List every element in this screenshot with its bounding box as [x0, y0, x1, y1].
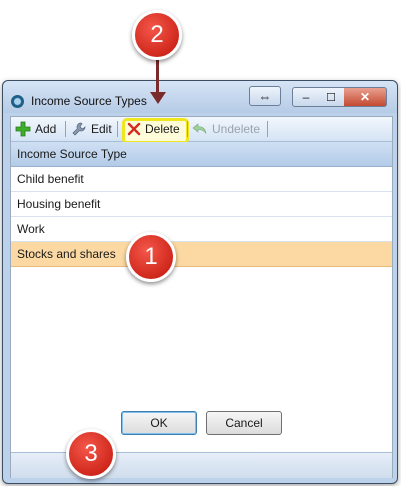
- delete-label: Delete: [145, 122, 180, 136]
- income-source-list[interactable]: Income Source Type Child benefit Housing…: [11, 142, 392, 452]
- undelete-label: Undelete: [212, 122, 261, 136]
- callout-3-number: 3: [84, 440, 98, 467]
- minimize-icon: –: [302, 90, 310, 104]
- callout-arrow-head: [150, 92, 166, 104]
- ok-button[interactable]: OK: [121, 411, 197, 435]
- toolbar-separator: [65, 121, 66, 137]
- close-button[interactable]: ✕: [344, 87, 387, 107]
- delete-button[interactable]: Delete: [127, 117, 180, 141]
- toolbar-separator: [187, 121, 188, 137]
- close-icon: ✕: [359, 90, 371, 104]
- list-row-selected[interactable]: Stocks and shares: [11, 242, 392, 267]
- undelete-button[interactable]: Undelete: [192, 117, 260, 141]
- list-row[interactable]: Housing benefit: [11, 192, 392, 217]
- add-button[interactable]: Add: [15, 117, 56, 141]
- red-x-icon: [127, 122, 141, 136]
- restore-size-button[interactable]: ⇔: [249, 86, 281, 106]
- cancel-label: Cancel: [225, 416, 263, 430]
- callout-arrow-line: [156, 58, 159, 94]
- double-arrow-icon: ⇔: [258, 88, 272, 104]
- title-bar[interactable]: Income Source Types ⇔ – ☐ ✕: [3, 81, 397, 113]
- plus-icon: [15, 121, 31, 137]
- list-row[interactable]: Child benefit: [11, 167, 392, 192]
- row-label: Child benefit: [17, 172, 84, 186]
- column-header-label: Income Source Type: [17, 147, 127, 161]
- edit-label: Edit: [91, 122, 112, 136]
- list-row[interactable]: Work: [11, 217, 392, 242]
- callout-3: 3: [66, 429, 116, 479]
- wrench-icon: [72, 122, 86, 136]
- toolbar-separator: [267, 121, 268, 137]
- callout-2: 2: [132, 10, 182, 60]
- maximize-icon: ☐: [326, 91, 336, 104]
- row-label: Stocks and shares: [17, 247, 116, 261]
- ok-label: OK: [150, 416, 168, 430]
- minimize-button[interactable]: –: [292, 87, 320, 107]
- app-icon: [11, 95, 24, 108]
- income-source-types-window: Income Source Types ⇔ – ☐ ✕ Add Edit Del…: [2, 80, 398, 484]
- row-label: Housing benefit: [17, 197, 101, 211]
- maximize-button[interactable]: ☐: [318, 87, 345, 107]
- callout-1-number: 1: [144, 243, 158, 270]
- toolbar-separator: [117, 121, 118, 137]
- dialog-body: Add Edit Delete Undelete Income Source T…: [10, 116, 393, 478]
- row-label: Work: [17, 222, 45, 236]
- window-title: Income Source Types: [31, 94, 147, 108]
- callout-1: 1: [126, 232, 176, 282]
- undo-arrow-icon: [192, 123, 207, 134]
- add-label: Add: [35, 122, 57, 136]
- edit-button[interactable]: Edit: [71, 117, 112, 141]
- column-header[interactable]: Income Source Type: [11, 142, 392, 167]
- toolbar: Add Edit Delete Undelete: [11, 117, 392, 144]
- cancel-button[interactable]: Cancel: [206, 411, 282, 435]
- callout-2-number: 2: [150, 21, 164, 48]
